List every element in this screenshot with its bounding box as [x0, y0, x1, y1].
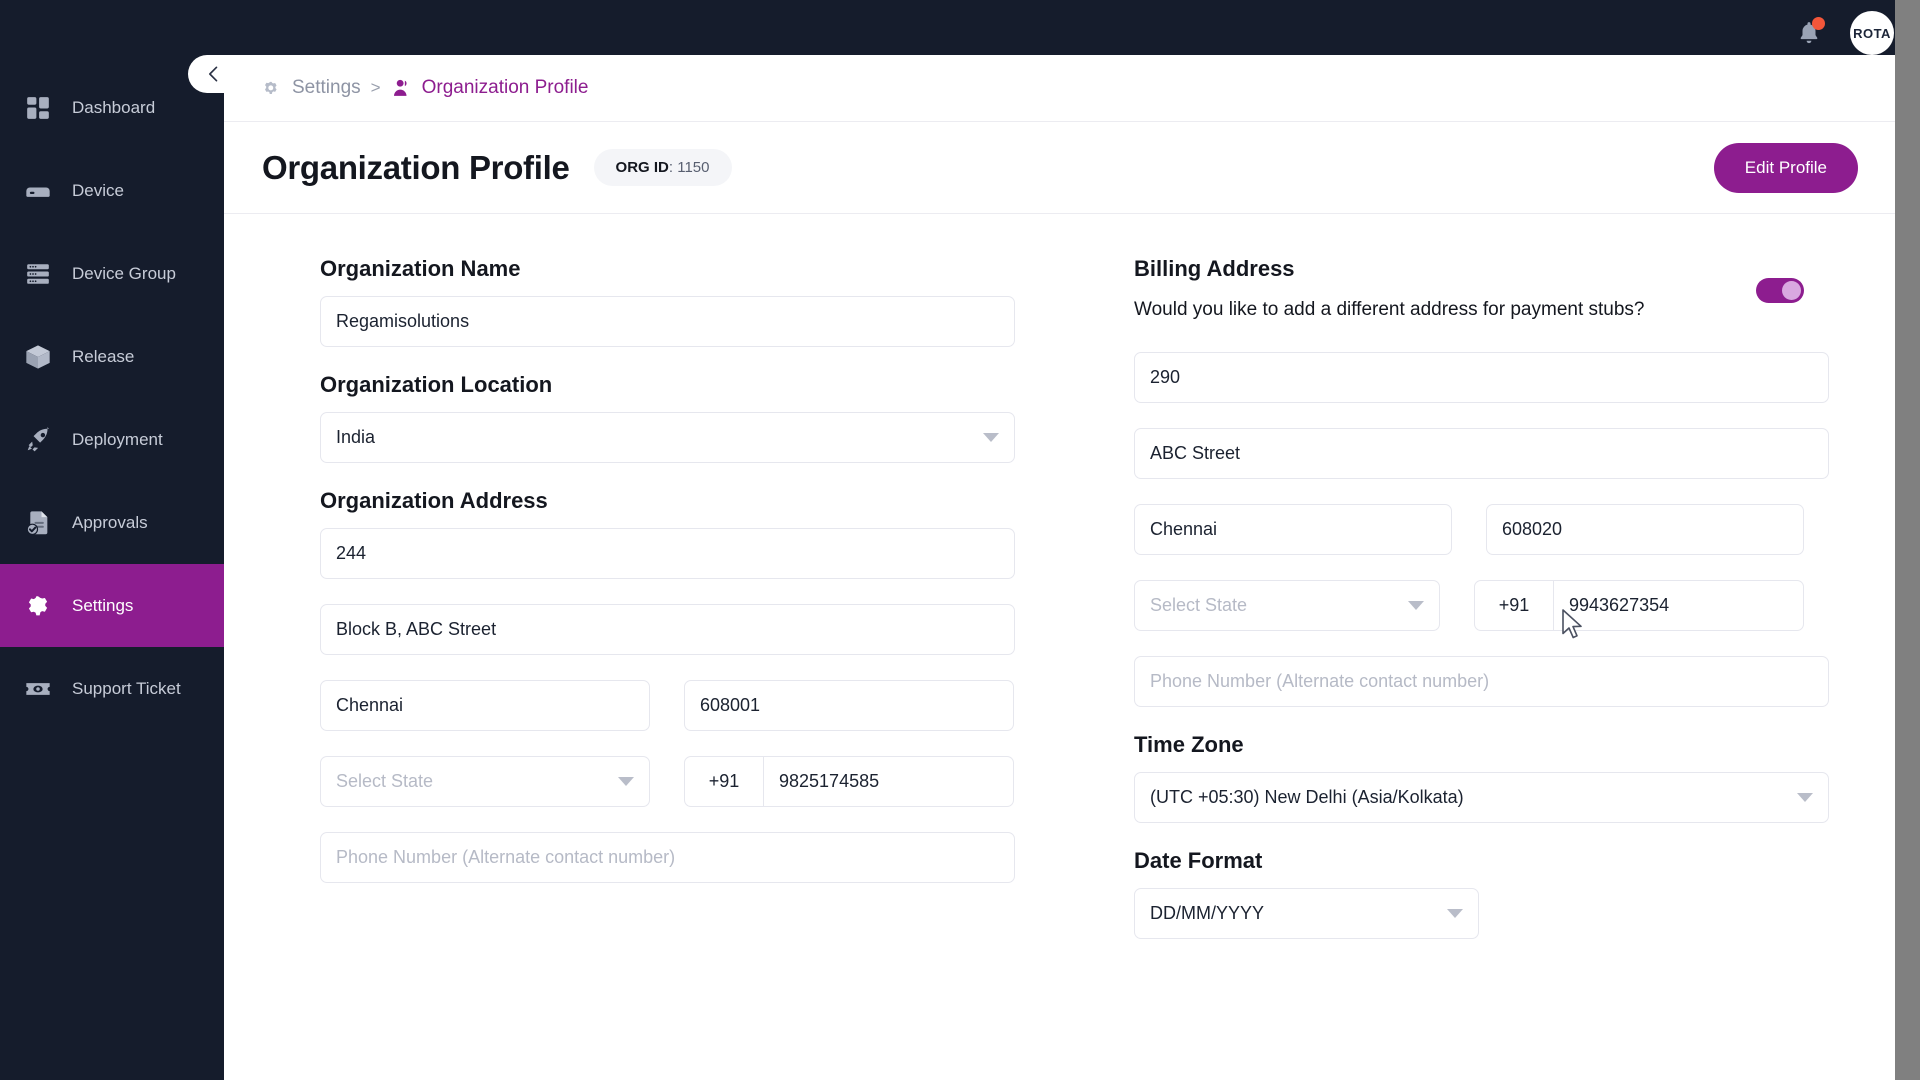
form-columns: Organization Name Regamisolutions Organi…: [224, 214, 1896, 964]
timezone-label: Time Zone: [1134, 731, 1244, 757]
main-content: Settings > Organization Profile Organiza…: [224, 55, 1896, 1080]
device-icon: [22, 175, 54, 207]
breadcrumb-settings[interactable]: Settings: [262, 77, 361, 99]
billing-address-line2-input[interactable]: ABC Street: [1134, 427, 1829, 479]
sidebar-item-label: Deployment: [72, 429, 163, 449]
notification-bell-button[interactable]: [1792, 16, 1826, 50]
sidebar-item-label: Support Ticket: [72, 678, 181, 698]
organization-name-input[interactable]: Regamisolutions: [320, 296, 1015, 347]
billing-header: Billing Address Would you like to add a …: [1134, 256, 1804, 324]
billing-state-select[interactable]: Select State: [1134, 579, 1440, 631]
approvals-icon: [22, 507, 54, 539]
billing-city-zip-row: Chennai 608020: [1134, 503, 1804, 580]
breadcrumb-organization-profile[interactable]: Organization Profile: [391, 77, 589, 99]
billing-phone-group: +91 9943627354: [1474, 579, 1804, 631]
chevron-left-icon: [209, 66, 218, 82]
edit-profile-button[interactable]: Edit Profile: [1713, 142, 1858, 193]
sidebar-item-device[interactable]: Device: [0, 149, 224, 232]
organization-location-value: India: [336, 427, 376, 447]
date-format-value: DD/MM/YYYY: [1150, 902, 1265, 923]
breadcrumb-current-label: Organization Profile: [421, 77, 589, 98]
ticket-icon: [22, 673, 54, 705]
sidebar-item-label: Dashboard: [72, 97, 156, 117]
billing-city-input[interactable]: Chennai: [1134, 503, 1452, 555]
breadcrumb: Settings > Organization Profile: [224, 55, 1896, 122]
organization-location-select[interactable]: India: [320, 412, 1015, 463]
billing-column: Billing Address Would you like to add a …: [1044, 256, 1829, 964]
device-group-icon: [22, 258, 54, 290]
organization-state-select[interactable]: Select State: [320, 756, 650, 807]
chevron-down-icon: [1408, 600, 1424, 610]
chevron-down-icon: [1447, 908, 1463, 918]
organization-address-label: Organization Address: [320, 488, 548, 513]
date-format-select[interactable]: DD/MM/YYYY: [1134, 887, 1479, 939]
billing-address-label: Billing Address: [1134, 256, 1295, 281]
chevron-down-icon: [1797, 792, 1813, 802]
dashboard-icon: [22, 92, 54, 124]
org-id-value: 1150: [677, 159, 710, 176]
sidebar-item-deployment[interactable]: Deployment: [0, 398, 224, 481]
gear-icon: [22, 590, 54, 622]
breadcrumb-separator: >: [370, 78, 381, 97]
page-header: Organization Profile ORG ID: 1150 Edit P…: [224, 122, 1896, 214]
sidebar: Dashboard Device Device Group Release De…: [0, 0, 224, 1080]
sidebar-collapse-button[interactable]: [188, 55, 240, 93]
sidebar-item-settings[interactable]: Settings: [0, 564, 224, 647]
organization-name-label: Organization Name: [320, 256, 521, 281]
organization-state-phone-row: Select State +91 9825174585: [320, 756, 1044, 832]
timezone-value: (UTC +05:30) New Delhi (Asia/Kolkata): [1150, 786, 1464, 807]
sidebar-item-label: Device: [72, 180, 124, 200]
billing-state-phone-row: Select State +91 9943627354: [1134, 579, 1804, 656]
billing-phone-input[interactable]: 9943627354: [1554, 579, 1804, 631]
rocket-icon: [22, 424, 54, 456]
billing-state-placeholder: Select State: [1150, 594, 1248, 615]
sidebar-item-label: Device Group: [72, 263, 176, 283]
organization-phone-group: +91 9825174585: [684, 756, 1014, 807]
organization-address-line1-input[interactable]: 244: [320, 528, 1015, 579]
organization-location-label: Organization Location: [320, 372, 553, 397]
organization-zip-input[interactable]: 608001: [684, 680, 1014, 731]
timezone-select[interactable]: (UTC +05:30) New Delhi (Asia/Kolkata): [1134, 771, 1829, 823]
organization-city-input[interactable]: Chennai: [320, 680, 650, 731]
organization-city-zip-row: Chennai 608001: [320, 680, 1044, 756]
date-format-label: Date Format: [1134, 847, 1263, 873]
sidebar-item-release[interactable]: Release: [0, 315, 224, 398]
sidebar-item-approvals[interactable]: Approvals: [0, 481, 224, 564]
billing-country-code[interactable]: +91: [1474, 579, 1554, 631]
org-id-badge: ORG ID: 1150: [593, 149, 732, 186]
app-root: ROTA ROTA Dashboar: [0, 0, 1920, 1080]
billing-address-line1-input[interactable]: 290: [1134, 351, 1829, 403]
chevron-down-icon: [618, 777, 634, 786]
organization-country-code[interactable]: +91: [684, 756, 764, 807]
sidebar-item-support-ticket[interactable]: Support Ticket: [0, 647, 224, 730]
sidebar-item-label: Approvals: [72, 512, 148, 532]
gear-icon: [265, 81, 277, 94]
organization-address-line2-input[interactable]: Block B, ABC Street: [320, 604, 1015, 655]
billing-address-toggle[interactable]: [1756, 278, 1804, 303]
chevron-down-icon: [983, 433, 999, 442]
release-cube-icon: [22, 341, 54, 373]
billing-zip-input[interactable]: 608020: [1486, 503, 1804, 555]
organization-state-placeholder: Select State: [336, 771, 434, 791]
page-title: Organization Profile: [262, 148, 570, 186]
user-profile-icon: [393, 79, 407, 96]
sidebar-item-label: Release: [72, 346, 135, 366]
notification-badge-dot: [1812, 17, 1825, 30]
page-scrollbar[interactable]: [1895, 0, 1920, 1080]
org-id-label: ORG ID: [615, 159, 669, 176]
organization-column: Organization Name Regamisolutions Organi…: [224, 256, 1044, 964]
billing-alt-phone-input[interactable]: Phone Number (Alternate contact number): [1134, 655, 1829, 707]
avatar[interactable]: ROTA: [1850, 11, 1894, 55]
sidebar-item-label: Settings: [72, 595, 134, 615]
sidebar-item-device-group[interactable]: Device Group: [0, 232, 224, 315]
toggle-knob: [1782, 281, 1801, 300]
breadcrumb-settings-label: Settings: [292, 77, 361, 98]
billing-question-text: Would you like to add a different addres…: [1134, 299, 1645, 320]
organization-phone-input[interactable]: 9825174585: [764, 756, 1014, 807]
organization-alt-phone-input[interactable]: Phone Number (Alternate contact number): [320, 832, 1015, 883]
